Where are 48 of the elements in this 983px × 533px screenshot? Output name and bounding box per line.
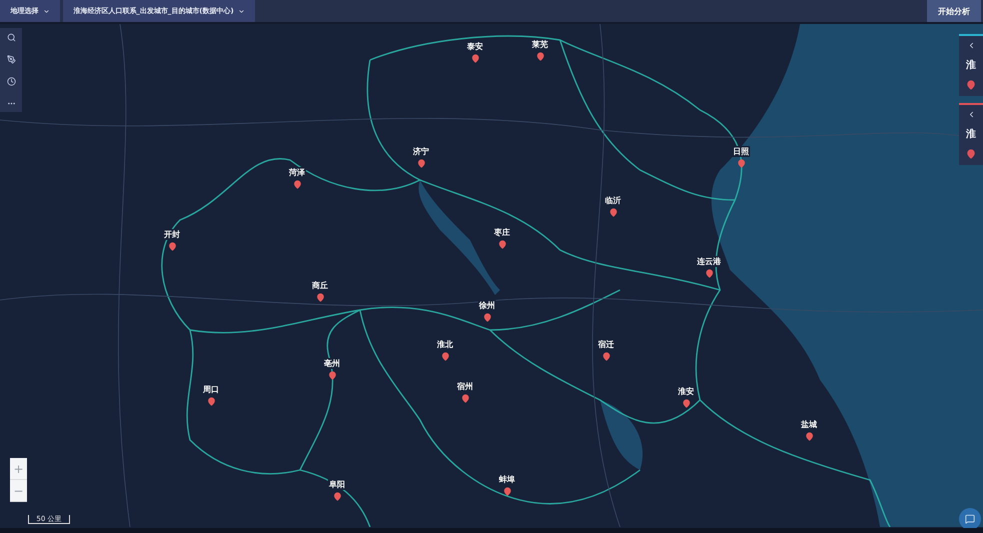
map-pin-icon[interactable] bbox=[168, 242, 176, 251]
map-pin-icon[interactable] bbox=[608, 208, 618, 217]
city-label: 淮北 bbox=[436, 339, 454, 350]
map-pin-icon[interactable] bbox=[470, 54, 480, 63]
map-pin-icon[interactable] bbox=[316, 293, 324, 302]
caret-icon bbox=[42, 8, 50, 14]
city-label: 泰安 bbox=[466, 41, 484, 52]
city-label: 亳州 bbox=[323, 358, 341, 369]
city-label: 宿迁 bbox=[597, 339, 615, 350]
map-pin-icon bbox=[966, 80, 976, 90]
city-label: 阜阳 bbox=[328, 479, 346, 490]
map-pin-icon[interactable] bbox=[416, 159, 426, 168]
caret-icon bbox=[238, 8, 245, 14]
map-pin-icon[interactable] bbox=[804, 432, 814, 441]
city-label: 周口 bbox=[202, 384, 220, 395]
city-label: 开封 bbox=[163, 229, 181, 240]
city-label: 菏泽 bbox=[288, 167, 306, 178]
map-pin-icon[interactable] bbox=[328, 371, 336, 380]
city-label: 枣庄 bbox=[493, 227, 511, 238]
map-pin-icon[interactable] bbox=[206, 397, 216, 406]
map-pin-icon[interactable] bbox=[460, 394, 470, 403]
map-pin-icon[interactable] bbox=[536, 52, 544, 61]
map-pin-icon[interactable] bbox=[440, 352, 450, 361]
map-pin-icon[interactable] bbox=[482, 313, 492, 322]
map-pin-icon bbox=[966, 149, 976, 159]
layer-label: 淮 bbox=[966, 58, 976, 72]
city-label: 连云港 bbox=[696, 256, 722, 267]
chat-icon bbox=[965, 514, 975, 524]
city-label: 商丘 bbox=[311, 280, 329, 291]
city-label: 淮安 bbox=[677, 386, 695, 397]
map-pin-icon[interactable] bbox=[682, 399, 690, 408]
layer-label: 淮 bbox=[966, 128, 976, 141]
city-label: 徐州 bbox=[478, 300, 496, 311]
map-pin-icon[interactable] bbox=[502, 487, 512, 496]
city-label: 临沂 bbox=[604, 195, 622, 206]
map-pin-icon[interactable] bbox=[736, 159, 746, 168]
map-pin-icon[interactable] bbox=[332, 492, 342, 501]
city-label: 济宁 bbox=[412, 146, 430, 157]
map-pin-icon[interactable] bbox=[704, 269, 714, 278]
city-label: 宿州 bbox=[456, 381, 474, 392]
city-label: 日照 bbox=[732, 146, 750, 157]
city-label: 盐城 bbox=[800, 419, 818, 430]
map-pin-icon[interactable] bbox=[292, 180, 302, 189]
start-analysis-button[interactable]: 开始分析 bbox=[927, 0, 981, 22]
city-label: 蚌埠 bbox=[498, 474, 516, 485]
city-label: 莱芜 bbox=[531, 39, 549, 50]
map-pin-icon[interactable] bbox=[498, 240, 506, 249]
map-pin-icon[interactable] bbox=[602, 352, 610, 361]
